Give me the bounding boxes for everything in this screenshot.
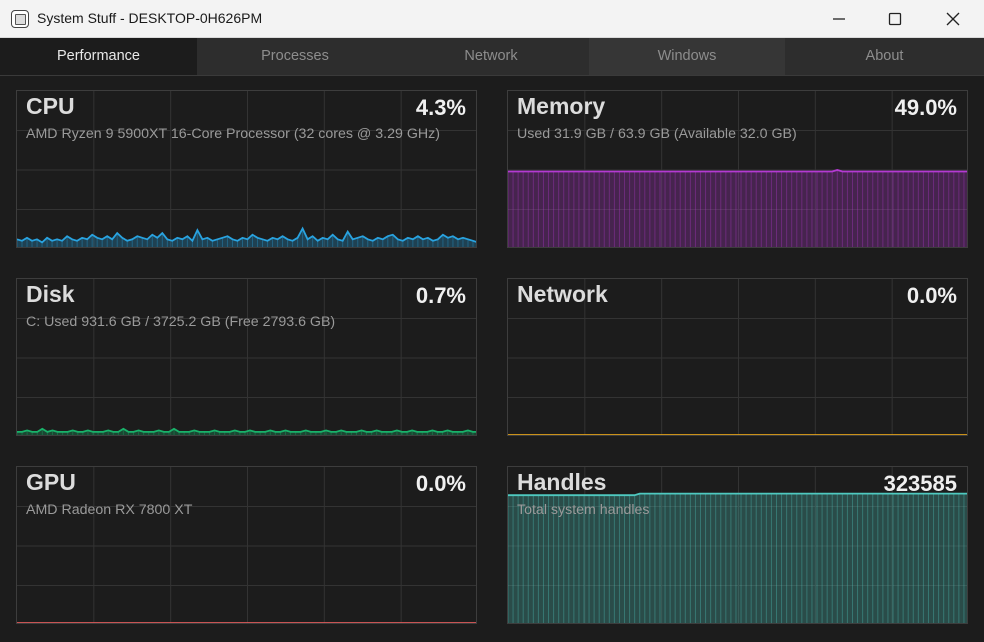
cpu-grid bbox=[17, 91, 476, 247]
network-title: Network bbox=[517, 281, 608, 307]
maximize-icon bbox=[888, 12, 902, 26]
memory-subtitle: Used 31.9 GB / 63.9 GB (Available 32.0 G… bbox=[517, 126, 797, 142]
memory-title: Memory bbox=[517, 93, 606, 119]
network-value: 0.0% bbox=[906, 283, 957, 308]
tab-network[interactable]: Network bbox=[393, 38, 589, 75]
tab-bar: Performance Processes Network Windows Ab… bbox=[0, 38, 984, 76]
cpu-title: CPU bbox=[26, 93, 75, 119]
handles-value: 323585 bbox=[883, 471, 957, 496]
gpu-subtitle: AMD Radeon RX 7800 XT bbox=[26, 502, 193, 518]
cpu-graph bbox=[17, 91, 476, 247]
cpu-subtitle: AMD Ryzen 9 5900XT 16-Core Processor (32… bbox=[26, 126, 440, 142]
title-bar: System Stuff - DESKTOP-0H626PM bbox=[0, 0, 984, 38]
tab-processes[interactable]: Processes bbox=[197, 38, 393, 75]
tab-windows[interactable]: Windows bbox=[589, 38, 785, 75]
close-icon bbox=[946, 12, 960, 26]
handles-title: Handles bbox=[517, 469, 607, 495]
handles-panel: Handles 323585 Total system handles bbox=[507, 466, 968, 624]
disk-graph bbox=[17, 279, 476, 435]
memory-area bbox=[508, 170, 967, 247]
network-panel: Network 0.0% bbox=[507, 278, 968, 436]
maximize-button[interactable] bbox=[866, 0, 924, 38]
disk-grid bbox=[17, 279, 476, 435]
minimize-icon bbox=[833, 18, 845, 20]
disk-title: Disk bbox=[26, 281, 75, 307]
memory-panel: Memory 49.0% Used 31.9 GB / 63.9 GB (Ava… bbox=[507, 90, 968, 248]
disk-subtitle: C: Used 931.6 GB / 3725.2 GB (Free 2793.… bbox=[26, 314, 336, 330]
window-title: System Stuff - DESKTOP-0H626PM bbox=[37, 10, 263, 26]
tab-performance[interactable]: Performance bbox=[0, 38, 197, 75]
disk-panel: Disk 0.7% C: Used 931.6 GB / 3725.2 GB (… bbox=[16, 278, 477, 436]
cpu-panel: CPU 4.3% AMD Ryzen 9 5900XT 16-Core Proc… bbox=[16, 90, 477, 248]
gpu-panel: GPU 0.0% AMD Radeon RX 7800 XT bbox=[16, 466, 477, 624]
memory-value: 49.0% bbox=[894, 95, 957, 120]
disk-value: 0.7% bbox=[415, 283, 466, 308]
app-icon bbox=[11, 10, 29, 28]
gpu-title: GPU bbox=[26, 469, 76, 495]
gpu-graph bbox=[17, 467, 476, 623]
gpu-grid bbox=[17, 467, 476, 623]
tab-about[interactable]: About bbox=[785, 38, 984, 75]
gpu-value: 0.0% bbox=[415, 471, 466, 496]
close-button[interactable] bbox=[924, 0, 982, 38]
cpu-value: 4.3% bbox=[415, 95, 466, 120]
handles-subtitle: Total system handles bbox=[517, 502, 650, 518]
minimize-button[interactable] bbox=[810, 0, 868, 38]
